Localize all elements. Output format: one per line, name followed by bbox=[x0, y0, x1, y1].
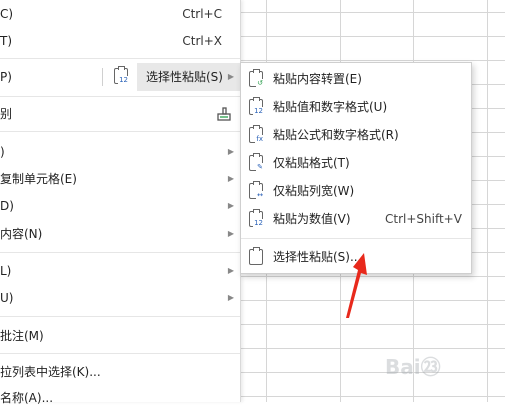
paste-as-values-icon: 12 bbox=[249, 209, 264, 227]
menu-item-define-name[interactable]: 名称(A)... bbox=[0, 384, 240, 412]
menu-item-label: ) bbox=[0, 145, 5, 159]
badge-12: 12 bbox=[253, 107, 264, 115]
split-divider bbox=[102, 68, 103, 86]
submenu-item-label: 粘贴为数值(V) bbox=[273, 212, 351, 226]
chevron-right-icon: ▶ bbox=[227, 201, 234, 210]
menu-item-shortcut: Ctrl+X bbox=[182, 34, 222, 48]
menu-item-insert[interactable]: ) ▶ bbox=[0, 138, 240, 166]
menu-item-copy[interactable]: C) Ctrl+C bbox=[0, 0, 240, 28]
chevron-right-icon: ▶ bbox=[227, 229, 234, 238]
paste-format-icon: ✎ bbox=[249, 153, 264, 171]
chevron-right-icon: ▶ bbox=[227, 174, 234, 183]
menu-item-clear-contents[interactable]: 内容(N) ▶ bbox=[0, 220, 240, 248]
transpose-mark: ↺ bbox=[256, 79, 264, 87]
badge-12: 12 bbox=[118, 76, 129, 84]
watermark-text: Bai㉓ bbox=[385, 355, 441, 379]
width-mark: ↔ bbox=[256, 191, 264, 199]
menu-item-sort[interactable]: U) ▶ bbox=[0, 284, 240, 312]
menu-item-pick-from-dropdown[interactable]: 拉列表中选择(K)... bbox=[0, 358, 240, 386]
menu-item-label: C) bbox=[0, 7, 14, 21]
watermark-logo: Bai㉓ bbox=[385, 345, 505, 402]
menu-separator bbox=[0, 252, 240, 253]
formula-mark: fx bbox=[255, 135, 264, 143]
submenu-item-label: 选择性粘贴(S)... bbox=[273, 250, 362, 264]
menu-separator bbox=[0, 58, 240, 59]
submenu-item-paste-special[interactable]: 选择性粘贴(S)... bbox=[241, 243, 471, 271]
format-painter-icon bbox=[217, 107, 231, 121]
submenu-item-paste-column-width[interactable]: ↔ 仅粘贴列宽(W) bbox=[241, 177, 471, 205]
paste-values-icon: 12 bbox=[114, 66, 129, 84]
menu-item-label: L) bbox=[0, 264, 12, 278]
menu-item-label: D) bbox=[0, 199, 14, 213]
paste-transpose-icon: ↺ bbox=[249, 69, 264, 87]
paste-special-label[interactable]: 选择性粘贴(S) bbox=[146, 63, 223, 91]
menu-item-label: U) bbox=[0, 291, 14, 305]
badge-12: 12 bbox=[253, 219, 264, 227]
submenu-item-paste-as-values[interactable]: 12 粘贴为数值(V) Ctrl+Shift+V bbox=[241, 205, 471, 233]
paste-formula-number-format-icon: fx bbox=[249, 125, 264, 143]
chevron-right-icon: ▶ bbox=[227, 72, 234, 81]
menu-item-label: 内容(N) bbox=[0, 227, 43, 241]
menu-item-label: 别 bbox=[0, 107, 13, 121]
menu-item-shortcut: Ctrl+C bbox=[182, 7, 222, 21]
submenu-item-label: 粘贴值和数字格式(U) bbox=[273, 100, 388, 114]
submenu-item-label: 粘贴公式和数字格式(R) bbox=[273, 128, 399, 142]
menu-item-label: P) bbox=[0, 70, 12, 84]
submenu-item-label: 仅粘贴列宽(W) bbox=[273, 184, 355, 198]
menu-separator bbox=[241, 238, 471, 239]
context-menu: C) Ctrl+C T) Ctrl+X P) 12 选择性粘贴(S) ▶ 别 )… bbox=[0, 0, 241, 405]
submenu-item-paste-formula-number-format[interactable]: fx 粘贴公式和数字格式(R) bbox=[241, 121, 471, 149]
chevron-right-icon: ▶ bbox=[227, 147, 234, 156]
paste-column-width-icon: ↔ bbox=[249, 181, 264, 199]
menu-item-format-painter[interactable]: 别 bbox=[0, 100, 240, 128]
submenu-item-paste-format-only[interactable]: ✎ 仅粘贴格式(T) bbox=[241, 149, 471, 177]
menu-separator bbox=[0, 96, 240, 97]
menu-item-cut[interactable]: T) Ctrl+X bbox=[0, 27, 240, 55]
menu-item-label: 批注(M) bbox=[0, 329, 44, 343]
chevron-right-icon: ▶ bbox=[227, 293, 234, 302]
menu-item-label: 拉列表中选择(K)... bbox=[0, 365, 101, 379]
menu-item-label: 名称(A)... bbox=[0, 391, 54, 405]
brush-mark: ✎ bbox=[256, 163, 264, 171]
paste-special-icon bbox=[249, 247, 263, 265]
submenu-item-label: 仅粘贴格式(T) bbox=[273, 156, 350, 170]
menu-item-insert-copied-cells[interactable]: 复制单元格(E) ▶ bbox=[0, 165, 240, 193]
menu-separator bbox=[0, 316, 240, 317]
submenu-item-shortcut: Ctrl+Shift+V bbox=[385, 212, 462, 226]
chevron-right-icon: ▶ bbox=[227, 266, 234, 275]
menu-item-filter[interactable]: L) ▶ bbox=[0, 257, 240, 285]
menu-item-paste[interactable]: P) 12 选择性粘贴(S) ▶ bbox=[0, 63, 240, 91]
paste-special-submenu: ↺ 粘贴内容转置(E) 12 粘贴值和数字格式(U) fx 粘贴公式和数字格式(… bbox=[240, 62, 472, 274]
paste-values-number-format-icon: 12 bbox=[249, 97, 264, 115]
menu-item-label: 复制单元格(E) bbox=[0, 172, 77, 186]
menu-item-label: T) bbox=[0, 34, 13, 48]
submenu-item-paste-values-number-format[interactable]: 12 粘贴值和数字格式(U) bbox=[241, 93, 471, 121]
submenu-item-label: 粘贴内容转置(E) bbox=[273, 72, 362, 86]
menu-separator bbox=[0, 131, 240, 132]
submenu-item-paste-transpose[interactable]: ↺ 粘贴内容转置(E) bbox=[241, 65, 471, 93]
menu-item-comment[interactable]: 批注(M) bbox=[0, 322, 240, 350]
menu-separator bbox=[0, 353, 240, 354]
menu-item-delete[interactable]: D) ▶ bbox=[0, 192, 240, 220]
